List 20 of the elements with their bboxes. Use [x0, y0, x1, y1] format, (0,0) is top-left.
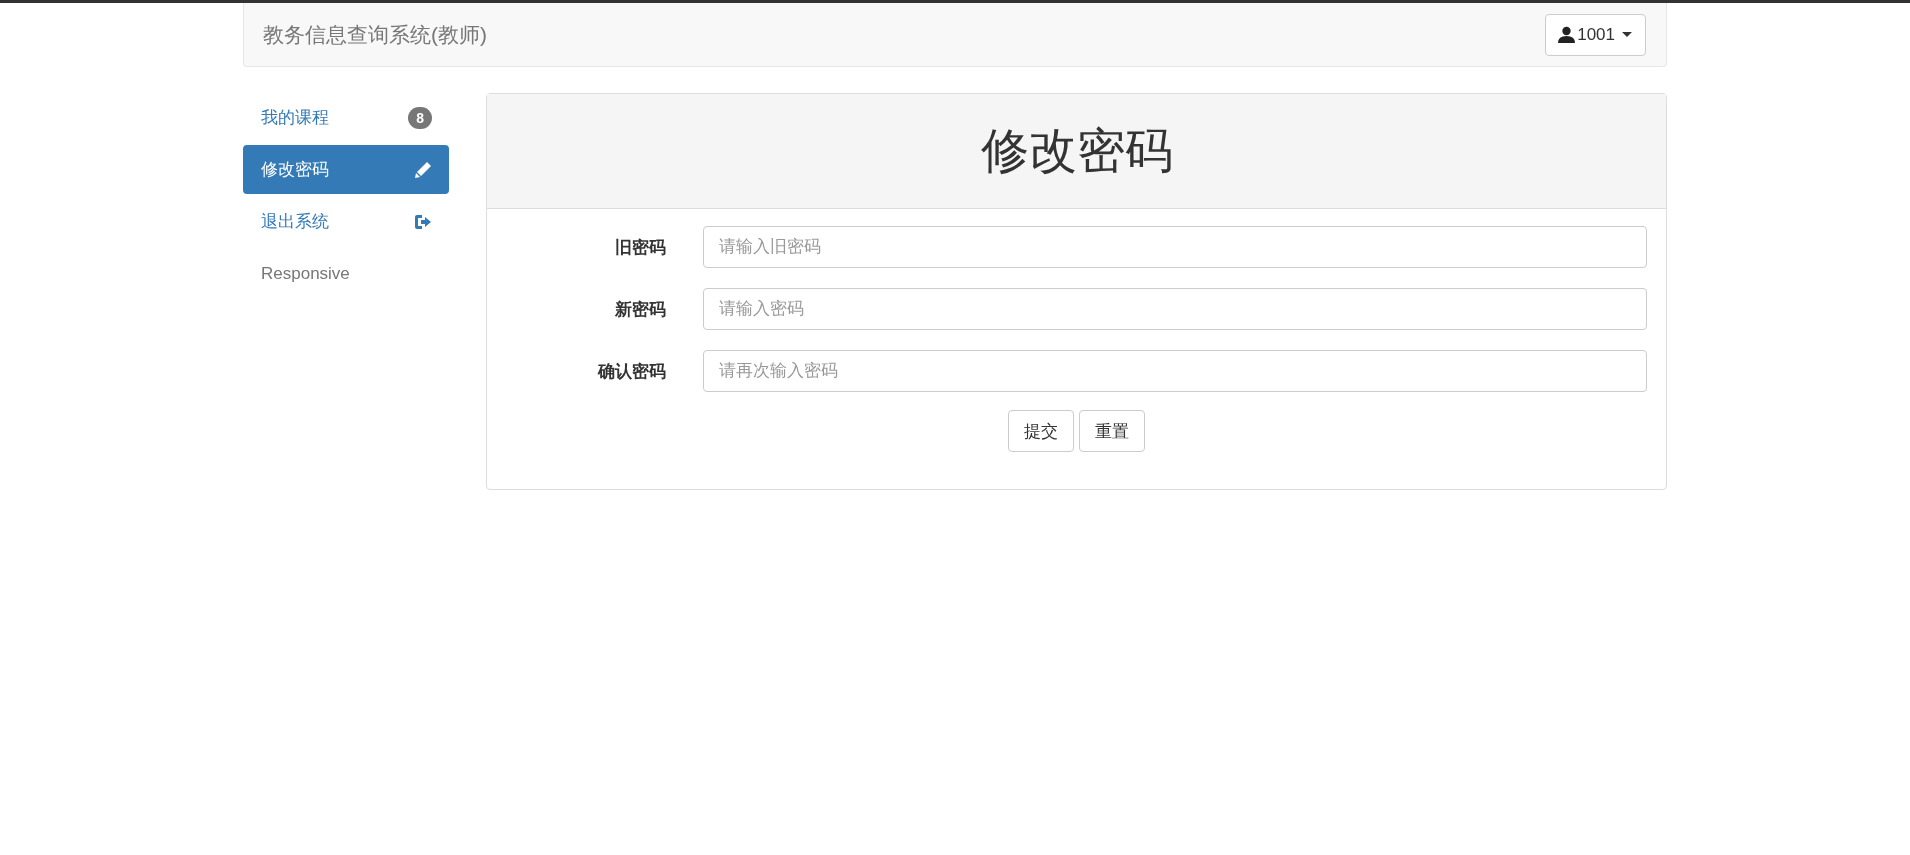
field-label: 新密码: [614, 298, 667, 321]
field-label: 旧密码: [614, 236, 667, 259]
submit-button[interactable]: 提交: [1008, 410, 1074, 452]
user-menu-button[interactable]: 1001: [1545, 13, 1646, 56]
password-field[interactable]: 请再次输入密码: [703, 350, 1647, 392]
pencil-icon: [414, 160, 432, 179]
sidebar-item[interactable]: 我的课程 8: [243, 93, 449, 142]
count-badge: 8: [408, 106, 432, 129]
panel-title: 修改密码: [980, 123, 1173, 179]
sidebar-item[interactable]: 修改密码: [243, 145, 449, 194]
caret-icon: [1621, 31, 1633, 38]
user-icon: [1558, 26, 1576, 43]
reset-button[interactable]: 重置: [1079, 410, 1145, 452]
brand-title[interactable]: 教务信息查询系统(教师): [263, 20, 487, 49]
sidebar-item[interactable]: 退出系统: [243, 197, 449, 246]
field-label: 确认密码: [596, 360, 667, 383]
sidebar-item[interactable]: Responsive: [243, 249, 449, 298]
logout-icon: [413, 212, 432, 231]
password-field[interactable]: 请输入旧密码: [703, 226, 1647, 268]
password-field[interactable]: 请输入密码: [703, 288, 1647, 330]
